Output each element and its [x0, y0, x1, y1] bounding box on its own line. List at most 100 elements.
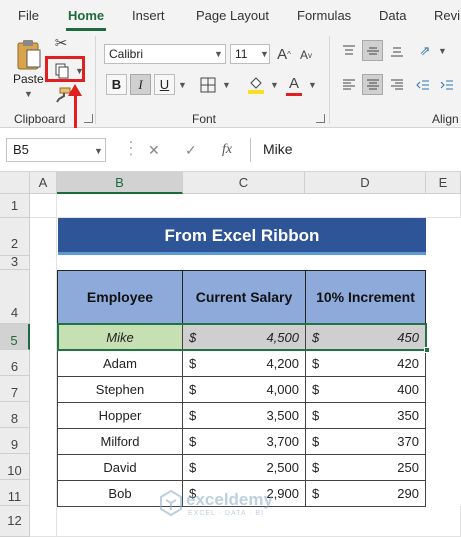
- watermark-name: exceldemy: [186, 490, 273, 509]
- name-box-dropdown-icon[interactable]: ▼: [94, 146, 103, 156]
- tab-page-layout[interactable]: Page Layout: [196, 8, 269, 23]
- cancel-entry-icon[interactable]: ✕: [148, 142, 160, 159]
- font-group-label: Font: [192, 112, 217, 126]
- row-header-11[interactable]: 11: [0, 480, 30, 506]
- middle-align-button[interactable]: [362, 40, 383, 61]
- row-header-7[interactable]: 7: [0, 376, 30, 402]
- select-all-corner[interactable]: [0, 172, 30, 194]
- italic-button[interactable]: I: [130, 74, 151, 95]
- currency-symbol: $: [312, 382, 320, 397]
- row-header-12[interactable]: 12: [0, 506, 30, 537]
- fill-color-icon[interactable]: [246, 74, 266, 96]
- employee-name-cell[interactable]: Adam: [57, 350, 183, 377]
- increment-cell[interactable]: $290: [305, 480, 426, 507]
- borders-icon[interactable]: [198, 75, 218, 95]
- salary-cell[interactable]: $4,000: [182, 376, 306, 403]
- orientation-icon[interactable]: ⇗: [416, 42, 434, 60]
- font-size-dropdown-icon[interactable]: ▼: [260, 49, 269, 59]
- name-box[interactable]: B5: [6, 138, 106, 162]
- align-left-icon[interactable]: [340, 76, 358, 94]
- increment-cell-value: 250: [397, 460, 419, 475]
- row-header-3[interactable]: 3: [0, 255, 30, 270]
- tab-home[interactable]: Home: [68, 8, 104, 23]
- row-header-5[interactable]: 5: [0, 324, 30, 350]
- clipboard-launcher-icon[interactable]: [84, 114, 93, 123]
- salary-cell[interactable]: $3,700: [182, 428, 306, 455]
- exceldemy-logo-icon: [160, 490, 182, 516]
- font-color-icon[interactable]: A: [284, 74, 304, 96]
- salary-cell[interactable]: $3,500: [182, 402, 306, 429]
- salary-cell[interactable]: $2,500: [182, 454, 306, 481]
- paste-dropdown-icon[interactable]: ▼: [24, 89, 33, 99]
- increment-cell[interactable]: $400: [305, 376, 426, 403]
- fill-color-dropdown-icon[interactable]: ▼: [270, 80, 279, 90]
- watermark-tagline: EXCEL · DATA · BI: [188, 510, 264, 517]
- align-right-icon[interactable]: [388, 76, 406, 94]
- font-color-dropdown-icon[interactable]: ▼: [308, 80, 317, 90]
- orientation-dropdown-icon[interactable]: ▼: [438, 46, 447, 56]
- employee-name-cell[interactable]: Milford: [57, 428, 183, 455]
- tab-data[interactable]: Data: [379, 8, 406, 23]
- underline-dropdown-icon[interactable]: ▼: [178, 80, 187, 90]
- employee-name-cell[interactable]: Stephen: [57, 376, 183, 403]
- column-header-a[interactable]: A: [30, 172, 57, 194]
- currency-symbol: $: [312, 460, 320, 475]
- increment-cell-value: 370: [397, 434, 419, 449]
- insert-function-icon[interactable]: fx: [222, 142, 232, 158]
- row-header-1[interactable]: 1: [0, 194, 30, 218]
- currency-symbol: $: [312, 356, 320, 371]
- employee-name-cell[interactable]: Hopper: [57, 402, 183, 429]
- grid-row-1: [30, 194, 461, 218]
- tab-file[interactable]: File: [18, 8, 39, 23]
- decrease-font-size-icon[interactable]: Av: [298, 46, 314, 64]
- underline-button[interactable]: U: [154, 74, 175, 95]
- increment-cell[interactable]: $370: [305, 428, 426, 455]
- column-header-c[interactable]: C: [183, 172, 305, 194]
- salary-cell-value: 2,500: [266, 460, 299, 475]
- column-header-b[interactable]: B: [57, 172, 183, 194]
- employee-name-cell[interactable]: David: [57, 454, 183, 481]
- cut-icon[interactable]: ✂: [52, 34, 70, 52]
- fill-handle[interactable]: [424, 347, 430, 353]
- sheet-title-banner: From Excel Ribbon: [58, 218, 426, 255]
- bold-button[interactable]: B: [106, 74, 127, 95]
- font-family-select[interactable]: Calibri: [104, 44, 226, 64]
- align-center-button[interactable]: [362, 74, 383, 95]
- increase-font-size-icon[interactable]: A ^: [276, 44, 292, 64]
- increase-indent-icon[interactable]: [438, 76, 456, 94]
- row-header-9[interactable]: 9: [0, 428, 30, 454]
- header-current-salary[interactable]: Current Salary: [182, 270, 306, 324]
- top-align-icon[interactable]: [340, 42, 358, 60]
- increment-cell[interactable]: $250: [305, 454, 426, 481]
- font-launcher-icon[interactable]: [316, 114, 325, 123]
- header-increment[interactable]: 10% Increment: [305, 270, 426, 324]
- bottom-align-icon[interactable]: [388, 42, 406, 60]
- increment-cell-value: 420: [397, 356, 419, 371]
- row-header-10[interactable]: 10: [0, 454, 30, 480]
- header-employee[interactable]: Employee: [57, 270, 183, 324]
- increment-cell[interactable]: $420: [305, 350, 426, 377]
- column-header-d[interactable]: D: [305, 172, 426, 194]
- column-header-e[interactable]: E: [426, 172, 461, 194]
- formula-input[interactable]: Mike: [250, 138, 461, 162]
- paste-icon[interactable]: [14, 38, 44, 72]
- formula-bar: B5 ▼ ⋮ ✕ ✓ fx Mike: [0, 128, 461, 172]
- row-header-2[interactable]: 2: [0, 218, 30, 256]
- borders-dropdown-icon[interactable]: ▼: [222, 80, 231, 90]
- salary-cell[interactable]: $4,200: [182, 350, 306, 377]
- paste-label[interactable]: Paste: [13, 72, 44, 86]
- tab-insert[interactable]: Insert: [132, 8, 165, 23]
- currency-symbol: $: [189, 460, 197, 475]
- copy-button-highlight: [45, 56, 85, 82]
- row-header-6[interactable]: 6: [0, 350, 30, 376]
- selection-outline: [57, 323, 427, 351]
- tab-formulas[interactable]: Formulas: [297, 8, 351, 23]
- tab-review[interactable]: Revi: [434, 8, 460, 23]
- font-family-dropdown-icon[interactable]: ▼: [214, 49, 223, 59]
- increment-cell[interactable]: $350: [305, 402, 426, 429]
- increment-cell-value: 350: [397, 408, 419, 423]
- confirm-entry-icon[interactable]: ✓: [185, 142, 197, 159]
- decrease-indent-icon[interactable]: [414, 76, 432, 94]
- row-header-4[interactable]: 4: [0, 270, 30, 324]
- row-header-8[interactable]: 8: [0, 402, 30, 428]
